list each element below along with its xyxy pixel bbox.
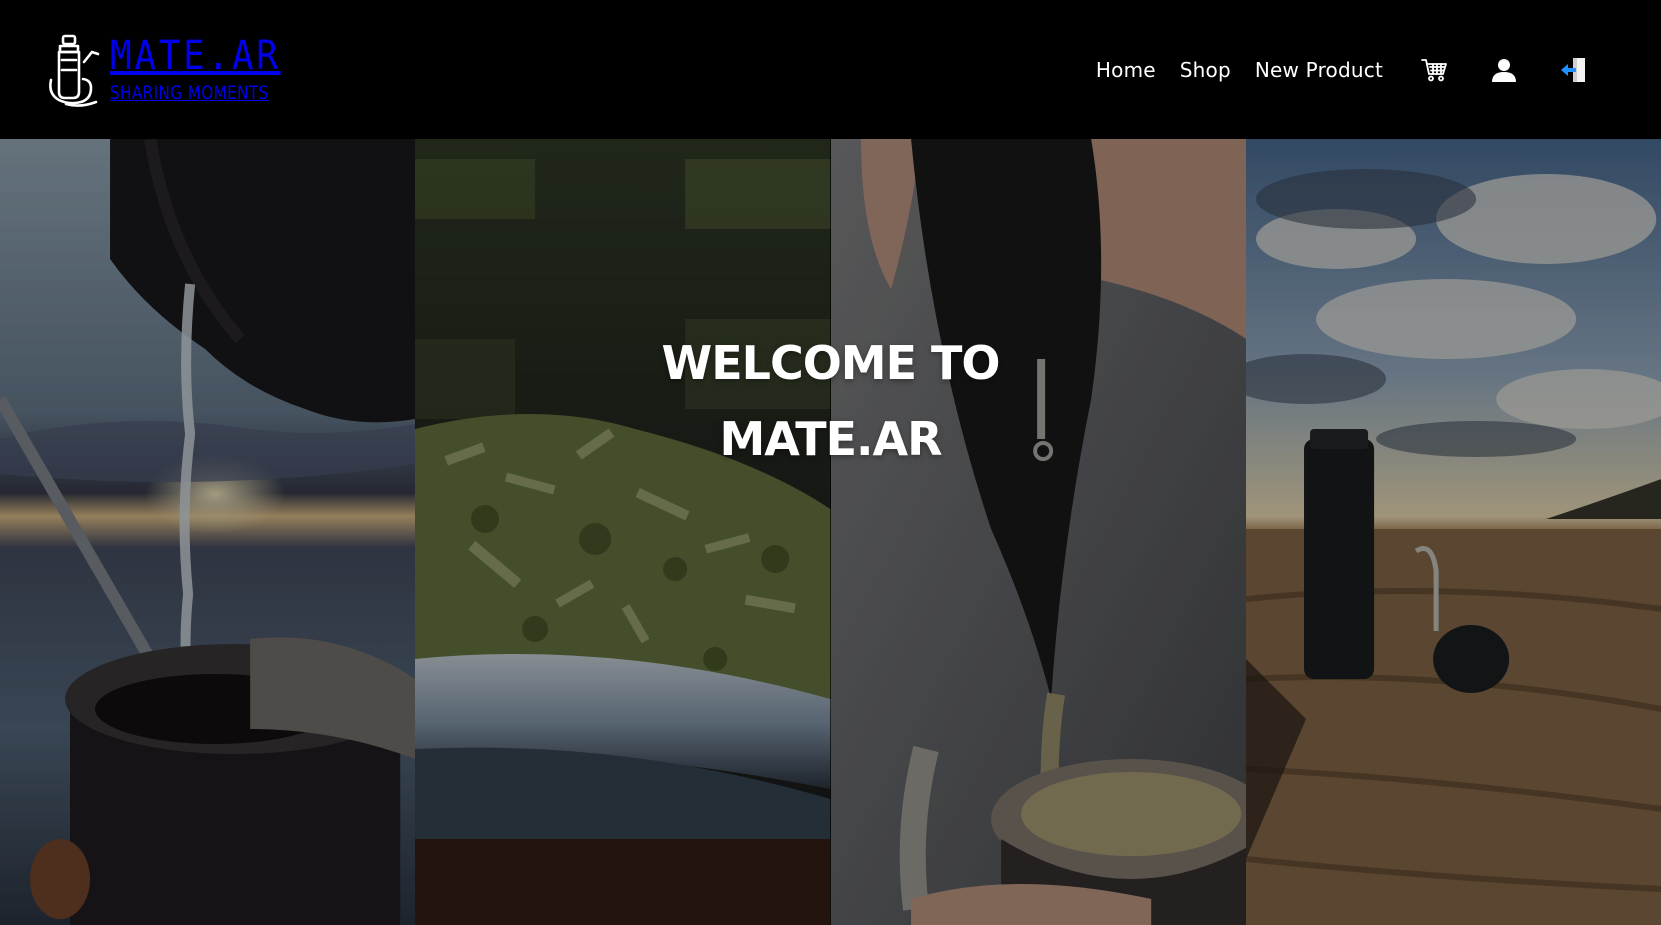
hero-title-line-1: WELCOME TO xyxy=(661,336,1000,390)
user-icon[interactable] xyxy=(1489,55,1519,85)
nav-link-home[interactable]: Home xyxy=(1096,58,1156,82)
hero-image-yerba-leaves xyxy=(415,139,831,925)
navbar: MATE.AR SHARING MOMENTS Home Shop New Pr… xyxy=(0,0,1661,139)
hero-image-pouring-water xyxy=(0,139,416,925)
logout-icon[interactable] xyxy=(1559,55,1589,85)
thermos-logo-icon xyxy=(49,34,100,107)
hero-image-pouring-yerba xyxy=(830,139,1246,925)
nav-link-shop[interactable]: Shop xyxy=(1180,58,1231,82)
brand-subtitle: SHARING MOMENTS xyxy=(110,82,269,104)
hero-title-line-2: MATE.AR xyxy=(719,412,942,466)
hero-title: WELCOME TO MATE.AR xyxy=(0,325,1661,477)
hero-image-beach-thermos xyxy=(1245,139,1661,925)
main-nav: Home Shop New Product xyxy=(1096,55,1589,85)
hero-banner: WELCOME TO MATE.AR xyxy=(0,139,1661,925)
nav-link-new-product[interactable]: New Product xyxy=(1255,58,1383,82)
brand-logo-link[interactable]: MATE.AR SHARING MOMENTS xyxy=(46,30,308,110)
cart-icon[interactable] xyxy=(1419,55,1449,85)
brand-title: MATE.AR xyxy=(110,33,281,79)
